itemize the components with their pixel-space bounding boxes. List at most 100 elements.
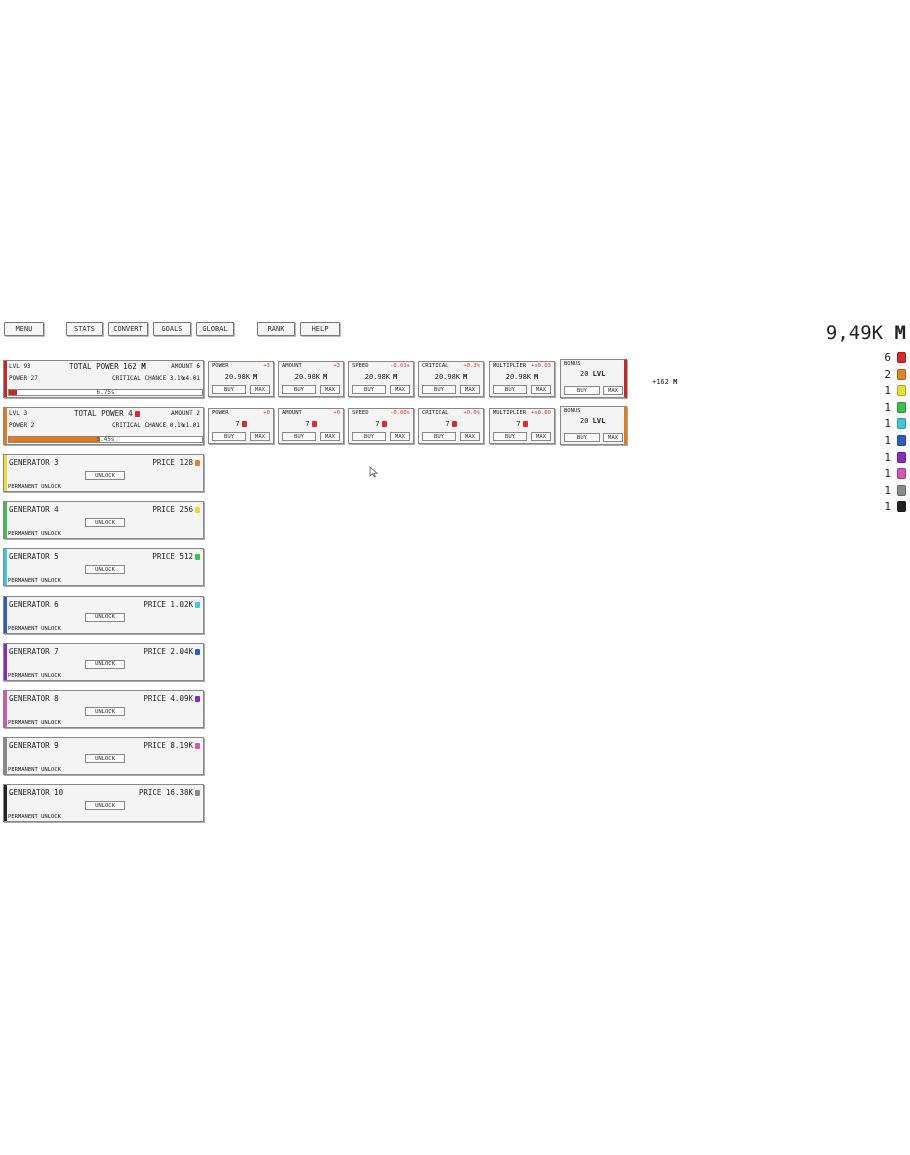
upgrade-max-button[interactable]: MAX — [531, 385, 551, 394]
upgrade-buy-button[interactable]: BUY — [493, 385, 527, 394]
permanent-unlock-link[interactable]: PERMANENT UNLOCK — [8, 673, 61, 679]
global-button[interactable]: GLOBAL — [196, 322, 234, 336]
resource-count: 1 — [884, 467, 891, 481]
upgrade-buy-button[interactable]: BUY — [422, 432, 456, 441]
currency-red-icon — [381, 421, 387, 427]
upgrade-card-speed: SPEED -0.03s 20.98K M BUY MAX — [348, 361, 414, 397]
generator-2-bonus-card: BONUS 20 LVL BUY MAX — [560, 406, 627, 445]
stats-button[interactable]: STATS — [66, 322, 103, 336]
upgrade-delta: +x0.03 — [531, 363, 551, 369]
generator-2-panel: LVL 3 TOTAL POWER 4 AMOUNT 2 POWER 2 CRI… — [3, 407, 204, 445]
resource-row: 1 — [884, 417, 906, 430]
upgrade-buy-button[interactable]: BUY — [352, 385, 386, 394]
generator-name: GENERATOR 8 — [9, 694, 59, 703]
upgrade-buy-button[interactable]: BUY — [352, 432, 386, 441]
generator-color-edge — [4, 596, 7, 633]
upgrade-name: SPEED — [352, 410, 369, 416]
upgrade-name: AMOUNT — [282, 363, 302, 369]
upgrade-price: 20.98K M — [349, 373, 413, 381]
generator-multiplier: x4.01 — [181, 375, 200, 382]
generator-level: LVL 93 — [9, 363, 31, 370]
generator-name: GENERATOR 10 — [9, 788, 64, 798]
upgrade-buy-button[interactable]: BUY — [422, 385, 456, 394]
resource-gem-icon — [897, 385, 906, 397]
bonus-amount: 20 — [580, 370, 589, 378]
bonus-unit: LVL — [592, 417, 606, 425]
progress-label: 5.45s — [96, 436, 115, 443]
upgrade-max-button[interactable]: MAX — [460, 385, 480, 394]
upgrade-max-button[interactable]: MAX — [320, 385, 340, 394]
menu-button[interactable]: MENU — [4, 322, 44, 336]
unlock-button[interactable]: UNLOCK — [85, 471, 125, 480]
resource-count: 1 — [884, 500, 891, 514]
resource-gem-icon — [897, 401, 906, 413]
upgrade-max-button[interactable]: MAX — [531, 432, 551, 441]
upgrade-max-button[interactable]: MAX — [320, 432, 340, 441]
resource-gem-icon — [897, 484, 906, 496]
resource-row: 1 — [884, 484, 906, 497]
locked-generator-panel: GENERATOR 4 PRICE 256 UNLOCK PERMANENT UNLO… — [3, 501, 204, 540]
permanent-unlock-link[interactable]: PERMANENT UNLOCK — [8, 767, 61, 773]
permanent-unlock-link[interactable]: PERMANENT UNLOCK — [8, 626, 61, 632]
currency-icon — [195, 648, 200, 655]
upgrade-buy-button[interactable]: BUY — [282, 432, 316, 441]
upgrade-price-value: 20.98K — [505, 373, 532, 381]
upgrade-delta: +x0.00 — [531, 410, 551, 416]
bonus-buy-button[interactable]: BUY — [564, 433, 600, 442]
upgrade-price: 7 — [209, 420, 273, 428]
generator-price: PRICE 1.02K — [143, 600, 200, 609]
upgrade-price-value: 20.98K — [224, 373, 251, 381]
currency-red-icon — [134, 411, 140, 417]
unlock-button[interactable]: UNLOCK — [85, 754, 125, 764]
unlock-button[interactable]: UNLOCK — [85, 659, 125, 669]
upgrade-name: AMOUNT — [282, 410, 302, 416]
upgrade-max-button[interactable]: MAX — [250, 385, 270, 394]
upgrade-price: 7 — [279, 420, 343, 428]
upgrade-card-speed: SPEED -0.00s 7 BUY MAX — [348, 408, 414, 444]
convert-button[interactable]: CONVERT — [108, 322, 148, 336]
upgrade-delta: +0.0% — [463, 410, 480, 416]
mouse-cursor-icon — [369, 466, 378, 478]
permanent-unlock-link[interactable]: PERMANENT UNLOCK — [8, 531, 61, 537]
permanent-unlock-link[interactable]: PERMANENT UNLOCK — [8, 578, 61, 584]
upgrade-price: 20.98K M — [209, 373, 273, 381]
generator-price: PRICE 8.19K — [143, 741, 200, 750]
unlock-button[interactable]: UNLOCK — [85, 612, 125, 622]
total-currency: 9,49K M — [826, 322, 906, 344]
unlock-button[interactable]: UNLOCK — [85, 518, 125, 528]
permanent-unlock-link[interactable]: PERMANENT UNLOCK — [8, 484, 61, 490]
upgrade-buy-button[interactable]: BUY — [282, 385, 316, 394]
upgrade-max-button[interactable]: MAX — [250, 432, 270, 441]
resource-count: 2 — [884, 367, 891, 381]
currency-icon — [195, 460, 200, 466]
upgrade-max-button[interactable]: MAX — [390, 385, 410, 394]
generator-multiplier: x1.01 — [181, 422, 200, 429]
resource-gem-icon — [897, 418, 906, 430]
bonus-buy-button[interactable]: BUY — [564, 386, 600, 395]
rank-button[interactable]: RANK — [257, 322, 295, 336]
upgrade-buy-button[interactable]: BUY — [212, 432, 246, 441]
upgrade-price: 7 — [490, 420, 554, 428]
resource-gem-icon — [897, 368, 906, 380]
upgrade-delta: -0.03s — [390, 363, 410, 369]
bonus-max-button[interactable]: MAX — [603, 433, 623, 442]
generator-power: POWER 27 — [9, 375, 38, 382]
generator-color-edge — [4, 691, 7, 727]
generator-price-value: PRICE 2.04K — [143, 646, 193, 656]
help-button[interactable]: HELP — [300, 322, 340, 336]
unlock-button[interactable]: UNLOCK — [85, 801, 125, 811]
unlock-button[interactable]: UNLOCK — [85, 707, 125, 716]
upgrade-price-unit: M — [323, 373, 328, 381]
upgrade-max-button[interactable]: MAX — [460, 432, 480, 441]
upgrade-card-amount: AMOUNT +3 20.98K M BUY MAX — [278, 361, 344, 397]
critical-chance: CRITICAL CHANCE 0.1% — [112, 422, 185, 429]
bonus-max-button[interactable]: MAX — [603, 386, 623, 395]
goals-button[interactable]: GOALS — [153, 322, 191, 336]
bonus-name: BONUS — [564, 408, 581, 414]
upgrade-max-button[interactable]: MAX — [390, 432, 410, 441]
upgrade-buy-button[interactable]: BUY — [493, 432, 527, 441]
permanent-unlock-link[interactable]: PERMANENT UNLOCK — [8, 814, 61, 820]
permanent-unlock-link[interactable]: PERMANENT UNLOCK — [8, 720, 61, 726]
upgrade-buy-button[interactable]: BUY — [212, 385, 246, 394]
unlock-button[interactable]: UNLOCK — [85, 565, 125, 575]
